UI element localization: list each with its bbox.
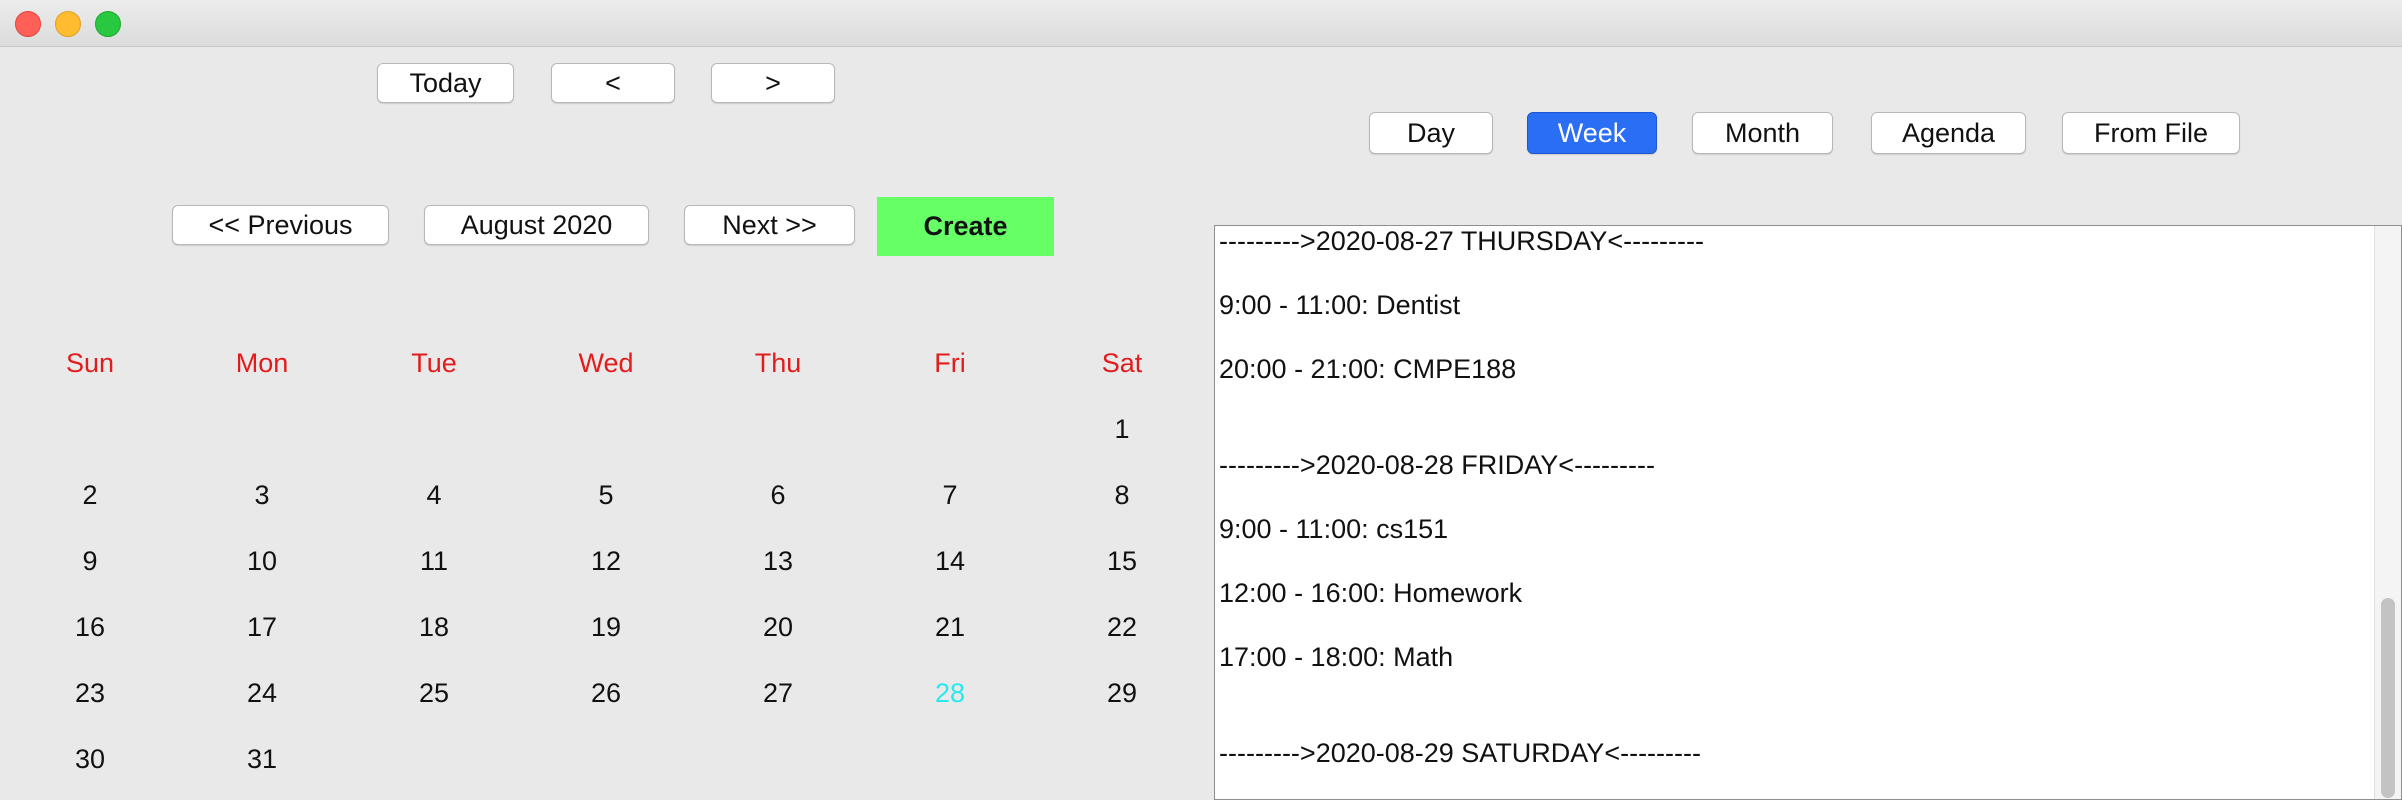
view-agenda-button[interactable]: Agenda xyxy=(1871,112,2026,154)
view-week-button[interactable]: Week xyxy=(1527,112,1657,154)
calendar-day[interactable]: 8 xyxy=(1036,480,1208,511)
calendar-day[interactable]: 4 xyxy=(348,480,520,511)
calendar-day[interactable]: 14 xyxy=(864,546,1036,577)
calendar-day[interactable]: 22 xyxy=(1036,612,1208,643)
calendar-day[interactable]: 20 xyxy=(692,612,864,643)
zoom-window-button[interactable] xyxy=(95,11,121,37)
date-header-line: --------->2020-08-28 FRIDAY<--------- xyxy=(1219,450,1655,480)
next-period-button[interactable]: > xyxy=(711,63,835,103)
event-line: 20:00 - 21:00: CMPE188 xyxy=(1219,354,1517,384)
calendar-day-selected[interactable]: 28 xyxy=(864,678,1036,709)
view-day-button[interactable]: Day xyxy=(1369,112,1493,154)
calendar-day[interactable]: 5 xyxy=(520,480,692,511)
calendar-day[interactable]: 27 xyxy=(692,678,864,709)
day-name-thu: Thu xyxy=(754,348,802,378)
next-month-button[interactable]: Next >> xyxy=(684,205,855,245)
calendar-day[interactable]: 29 xyxy=(1036,678,1208,709)
events-text-area[interactable]: --------->2020-08-27 THURSDAY<--------- … xyxy=(1214,225,2402,800)
calendar-day[interactable]: 31 xyxy=(176,744,348,775)
calendar-day[interactable]: 16 xyxy=(4,612,176,643)
current-month-button[interactable]: August 2020 xyxy=(424,205,649,245)
day-name-tue: Tue xyxy=(411,348,457,378)
calendar-day[interactable]: 26 xyxy=(520,678,692,709)
calendar-day[interactable]: 21 xyxy=(864,612,1036,643)
calendar-day[interactable]: 10 xyxy=(176,546,348,577)
event-line: 9:00 - 11:00: Dentist xyxy=(1219,290,1461,320)
day-name-sat: Sat xyxy=(1101,348,1143,378)
minimize-window-button[interactable] xyxy=(55,11,81,37)
event-line: 12:00 - 16:00: Homework xyxy=(1219,578,1523,608)
today-button[interactable]: Today xyxy=(377,63,514,103)
day-name-wed: Wed xyxy=(578,348,634,378)
date-header-line: --------->2020-08-27 THURSDAY<--------- xyxy=(1219,226,1705,256)
view-month-button[interactable]: Month xyxy=(1692,112,1833,154)
calendar-day[interactable]: 9 xyxy=(4,546,176,577)
prev-period-button[interactable]: < xyxy=(551,63,675,103)
calendar-day[interactable]: 6 xyxy=(692,480,864,511)
calendar-day[interactable]: 17 xyxy=(176,612,348,643)
calendar-day[interactable]: 23 xyxy=(4,678,176,709)
calendar-day[interactable]: 12 xyxy=(520,546,692,577)
calendar-day[interactable]: 7 xyxy=(864,480,1036,511)
close-window-button[interactable] xyxy=(15,11,41,37)
vertical-scrollbar[interactable] xyxy=(2374,226,2401,799)
calendar-day[interactable]: 18 xyxy=(348,612,520,643)
calendar-day[interactable]: 30 xyxy=(4,744,176,775)
day-name-fri: Fri xyxy=(934,348,966,378)
calendar-day[interactable]: 15 xyxy=(1036,546,1208,577)
view-from-file-button[interactable]: From File xyxy=(2062,112,2240,154)
calendar-day[interactable]: 11 xyxy=(348,546,520,577)
date-header-line: --------->2020-08-29 SATURDAY<--------- xyxy=(1219,738,1702,768)
event-line: 9:00 - 11:00: cs151 xyxy=(1219,514,1449,544)
calendar-day[interactable]: 1 xyxy=(1036,414,1208,445)
calendar-day[interactable]: 19 xyxy=(520,612,692,643)
calendar-day[interactable]: 24 xyxy=(176,678,348,709)
window-titlebar xyxy=(0,0,2402,47)
previous-month-button[interactable]: << Previous xyxy=(172,205,389,245)
scrollbar-thumb[interactable] xyxy=(2381,598,2395,798)
calendar-day[interactable]: 2 xyxy=(4,480,176,511)
calendar-day[interactable]: 25 xyxy=(348,678,520,709)
create-event-button[interactable]: Create xyxy=(877,197,1054,256)
calendar-day[interactable]: 3 xyxy=(176,480,348,511)
day-name-sun: Sun xyxy=(65,348,115,378)
event-line: 17:00 - 18:00: Math xyxy=(1219,642,1454,672)
day-name-mon: Mon xyxy=(235,348,289,378)
calendar-day[interactable]: 13 xyxy=(692,546,864,577)
